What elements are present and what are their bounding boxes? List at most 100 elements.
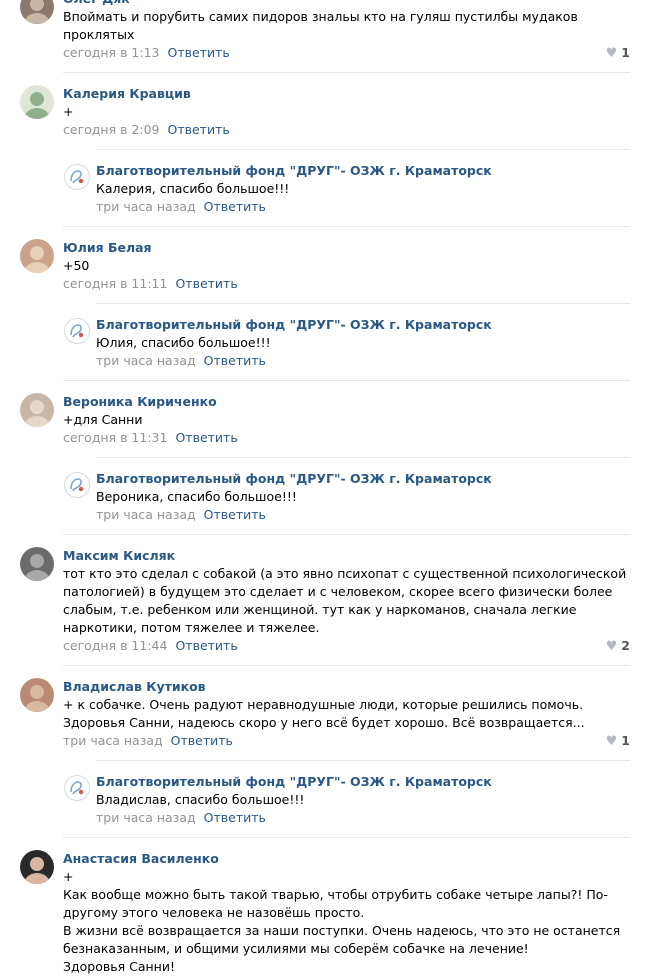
comment-timestamp[interactable]: сегодня в 11:44 bbox=[63, 638, 167, 653]
comment-meta: три часа назад Ответить ♥ 1 bbox=[63, 732, 630, 754]
comment: Вероника Кириченко +для Санни сегодня в 11… bbox=[0, 389, 652, 535]
reply-timestamp[interactable]: три часа назад bbox=[96, 507, 196, 522]
comment-text-paragraph: + bbox=[63, 104, 74, 119]
reply-button[interactable]: Ответить bbox=[175, 430, 237, 445]
comment-text-paragraph: В жизни всё возвращается за наши поступк… bbox=[63, 923, 621, 956]
reply-button[interactable]: Ответить bbox=[204, 199, 266, 214]
divider bbox=[63, 837, 630, 838]
comment-text-paragraph: Как вообще можно быть такой тварью, чтоб… bbox=[63, 887, 608, 920]
like-count: 1 bbox=[621, 45, 630, 60]
like-button[interactable]: ♥ 1 bbox=[606, 44, 630, 63]
divider bbox=[96, 303, 630, 304]
reply-button[interactable]: Ответить bbox=[175, 638, 237, 653]
comment: Максим Кисляк тот кто это сделал с собако… bbox=[0, 543, 652, 666]
comment-meta: сегодня в 1:13 Ответить ♥ 1 bbox=[63, 44, 630, 66]
fund-logo-icon[interactable] bbox=[64, 318, 90, 344]
reply-meta: три часа назад Ответить bbox=[96, 506, 630, 528]
comment-text-paragraph: + bbox=[63, 869, 74, 884]
comment-meta: сегодня в 11:11 Ответить bbox=[63, 275, 630, 297]
reply-author[interactable]: Благотворительный фонд "ДРУГ"- ОЗЖ г. Кр… bbox=[96, 160, 630, 180]
reply-meta: три часа назад Ответить bbox=[96, 809, 630, 831]
reply-button[interactable]: Ответить bbox=[204, 810, 266, 825]
divider bbox=[63, 534, 630, 535]
comment-timestamp[interactable]: три часа назад bbox=[63, 733, 163, 748]
like-button[interactable]: ♥ 1 bbox=[606, 732, 630, 751]
comment-author[interactable]: Владислав Кутиков bbox=[63, 674, 630, 696]
divider bbox=[63, 72, 630, 73]
comment-text: +для Санни bbox=[63, 411, 630, 429]
reply-button[interactable]: Ответить bbox=[171, 733, 233, 748]
comment-text: Впоймать и порубить самих пидоров знальы… bbox=[63, 8, 630, 44]
reply-text: Вероника, спасибо большое!!! bbox=[96, 489, 297, 504]
comment-author[interactable]: Анастасия Василенко bbox=[63, 846, 630, 868]
reply-button[interactable]: Ответить bbox=[168, 122, 230, 137]
comment-timestamp[interactable]: сегодня в 2:09 bbox=[63, 122, 160, 137]
avatar[interactable] bbox=[20, 393, 54, 427]
comment-timestamp[interactable]: сегодня в 1:13 bbox=[63, 45, 160, 60]
divider bbox=[63, 226, 630, 227]
comment-text: тот кто это сделал с собакой (а это явно… bbox=[63, 565, 630, 637]
comment: Олег ДякВпоймать и порубить самих пидоро… bbox=[0, 0, 652, 73]
divider bbox=[63, 665, 630, 666]
divider bbox=[96, 149, 630, 150]
divider bbox=[96, 457, 630, 458]
reply-text: Калерия, спасибо большое!!! bbox=[96, 181, 290, 196]
comment-text-paragraph: Здоровья Санни! bbox=[63, 959, 175, 974]
comment-text: + Как вообще можно быть такой тварью, что… bbox=[63, 868, 630, 976]
avatar[interactable] bbox=[20, 0, 54, 24]
reply-button[interactable]: Ответить bbox=[168, 45, 230, 60]
comment-text-paragraph: тот кто это сделал с собакой (а это явно… bbox=[63, 566, 627, 635]
reply-comment: Благотворительный фонд "ДРУГ"- ОЗЖ г. Кр… bbox=[0, 314, 652, 374]
comment-text: + к собачке. Очень радуют неравнодушные … bbox=[63, 696, 630, 732]
comment-meta: сегодня в 2:09 Ответить bbox=[63, 121, 630, 143]
comment-author[interactable]: Юлия Белая bbox=[63, 235, 630, 257]
like-count: 1 bbox=[621, 733, 630, 748]
avatar[interactable] bbox=[20, 547, 54, 581]
heart-icon: ♥ bbox=[605, 46, 618, 61]
reply-meta: три часа назад Ответить bbox=[96, 198, 630, 220]
reply-button[interactable]: Ответить bbox=[204, 507, 266, 522]
comment-text-paragraph: + к собачке. Очень радуют неравнодушные … bbox=[63, 697, 585, 730]
avatar[interactable] bbox=[20, 850, 54, 884]
reply-text: Владислав, спасибо большое!!! bbox=[96, 792, 305, 807]
reply-comment: Благотворительный фонд "ДРУГ"- ОЗЖ г. Кр… bbox=[0, 468, 652, 528]
avatar[interactable] bbox=[20, 678, 54, 712]
comment-text-paragraph: Впоймать и порубить самих пидоров знальы… bbox=[63, 9, 578, 42]
comment-text-paragraph: +50 bbox=[63, 258, 90, 273]
comment-timestamp[interactable]: сегодня в 11:31 bbox=[63, 430, 167, 445]
heart-icon: ♥ bbox=[605, 639, 618, 654]
comment: Юлия Белая +50 сегодня в 11:11 Ответить Благ… bbox=[0, 235, 652, 381]
reply-button[interactable]: Ответить bbox=[175, 276, 237, 291]
heart-icon: ♥ bbox=[605, 734, 618, 749]
comment-meta: сегодня в 11:44 Ответить ♥ 2 bbox=[63, 637, 630, 659]
comment-text: +50 bbox=[63, 257, 630, 275]
reply-timestamp[interactable]: три часа назад bbox=[96, 199, 196, 214]
comment: Владислав Кутиков + к собачке. Очень раду… bbox=[0, 674, 652, 838]
fund-logo-icon[interactable] bbox=[64, 775, 90, 801]
comment-author[interactable]: Калерия Кравцив bbox=[63, 81, 630, 103]
like-button[interactable]: ♥ 2 bbox=[606, 637, 630, 656]
fund-logo-icon[interactable] bbox=[64, 164, 90, 190]
comment-text-paragraph: +для Санни bbox=[63, 412, 143, 427]
reply-timestamp[interactable]: три часа назад bbox=[96, 353, 196, 368]
reply-author[interactable]: Благотворительный фонд "ДРУГ"- ОЗЖ г. Кр… bbox=[96, 314, 630, 334]
comment: Анастасия Василенко + Как вообще можно быт… bbox=[0, 846, 652, 976]
reply-button[interactable]: Ответить bbox=[204, 353, 266, 368]
reply-author[interactable]: Благотворительный фонд "ДРУГ"- ОЗЖ г. Кр… bbox=[96, 771, 630, 791]
reply-author[interactable]: Благотворительный фонд "ДРУГ"- ОЗЖ г. Кр… bbox=[96, 468, 630, 488]
reply-comment: Благотворительный фонд "ДРУГ"- ОЗЖ г. Кр… bbox=[0, 160, 652, 220]
comment-author[interactable]: Вероника Кириченко bbox=[63, 389, 630, 411]
comment-timestamp[interactable]: сегодня в 11:11 bbox=[63, 276, 167, 291]
comment-text: + bbox=[63, 103, 630, 121]
comment-meta: сегодня в 11:31 Ответить bbox=[63, 429, 630, 451]
comment-author[interactable]: Максим Кисляк bbox=[63, 543, 630, 565]
reply-meta: три часа назад Ответить bbox=[96, 352, 630, 374]
divider bbox=[96, 760, 630, 761]
fund-logo-icon[interactable] bbox=[64, 472, 90, 498]
avatar[interactable] bbox=[20, 239, 54, 273]
comment-author[interactable]: Олег Дяк bbox=[63, 0, 630, 8]
comment-feed: Олег ДякВпоймать и порубить самих пидоро… bbox=[0, 0, 652, 976]
reply-timestamp[interactable]: три часа назад bbox=[96, 810, 196, 825]
like-count: 2 bbox=[621, 638, 630, 653]
avatar[interactable] bbox=[20, 85, 54, 119]
